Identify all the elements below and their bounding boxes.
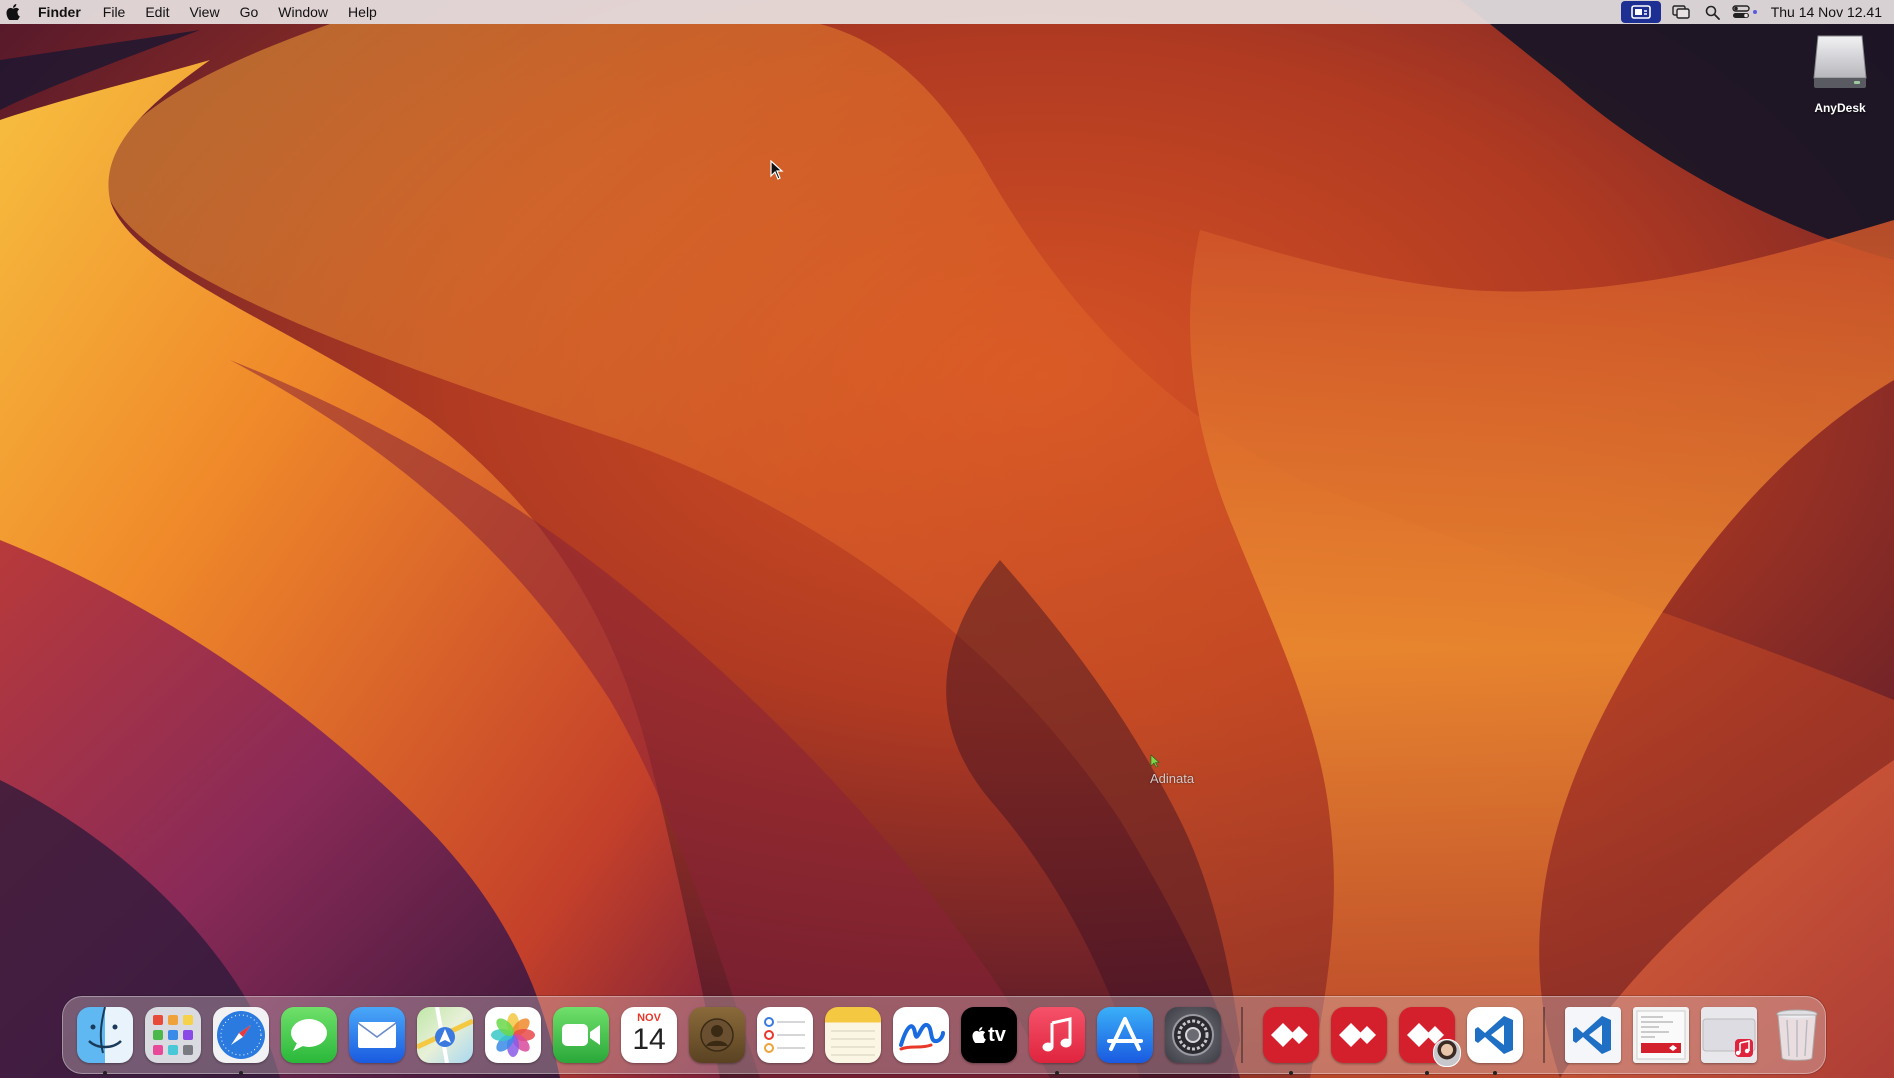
dock-trash[interactable] <box>1767 1005 1827 1065</box>
menu-edit[interactable]: Edit <box>135 0 179 24</box>
dock-doc-vscode[interactable] <box>1563 1005 1623 1065</box>
spotlight-search-icon[interactable] <box>1697 0 1729 24</box>
desktop-icon-label: AnyDesk <box>1814 101 1866 115</box>
running-indicator <box>1425 1071 1429 1075</box>
control-center-icon[interactable] <box>1729 0 1761 24</box>
dock-app-freeform[interactable] <box>891 1005 951 1065</box>
menu-help[interactable]: Help <box>338 0 387 24</box>
maps-icon <box>417 1007 473 1063</box>
screen-mirroring-icon[interactable] <box>1665 0 1697 24</box>
apple-tv-icon: tv <box>961 1007 1017 1063</box>
dock-app-anydesk[interactable] <box>1261 1005 1321 1075</box>
notes-icon <box>825 1007 881 1063</box>
dock-app-app-store[interactable] <box>1095 1005 1155 1065</box>
dock-app-maps[interactable] <box>415 1005 475 1065</box>
music-icon <box>1029 1007 1085 1063</box>
music-doc-icon <box>1701 1007 1757 1063</box>
mouse-cursor-icon <box>770 159 784 185</box>
calendar-day: 14 <box>632 1023 666 1056</box>
dock: NOV 14 tv <box>62 996 1827 1075</box>
document-preview-icon <box>1633 1007 1689 1063</box>
apple-menu-icon[interactable] <box>0 0 26 24</box>
anydesk-icon <box>1331 1007 1387 1063</box>
menu-bar: Finder File Edit View Go Window Help Thu… <box>0 0 1894 24</box>
trash-icon <box>1769 1007 1825 1063</box>
menu-window[interactable]: Window <box>268 0 338 24</box>
dock-app-anydesk[interactable] <box>1397 1005 1461 1075</box>
launchpad-icon <box>145 1007 201 1063</box>
dock-app-tv[interactable]: tv <box>959 1005 1019 1065</box>
dock-app-finder[interactable] <box>75 1005 135 1075</box>
finder-icon <box>77 1007 133 1063</box>
calendar-icon: NOV 14 <box>621 1007 677 1063</box>
dock-app-system-settings[interactable] <box>1163 1005 1223 1065</box>
desktop-wallpaper <box>0 0 1894 1078</box>
running-indicator <box>103 1071 107 1075</box>
running-indicator <box>239 1071 243 1075</box>
contacts-icon <box>689 1007 745 1063</box>
facetime-icon <box>553 1007 609 1063</box>
system-settings-icon <box>1165 1007 1221 1063</box>
dock-app-messages[interactable] <box>279 1005 339 1065</box>
dock-doc-preview[interactable] <box>1631 1005 1691 1065</box>
dock-app-safari[interactable] <box>211 1005 271 1075</box>
dock-app-notes[interactable] <box>823 1005 883 1065</box>
dock-app-calendar[interactable]: NOV 14 <box>619 1005 679 1065</box>
dock-app-photos[interactable] <box>483 1005 543 1065</box>
anydesk-icon <box>1263 1007 1319 1063</box>
running-indicator <box>1493 1071 1497 1075</box>
dock-app-anydesk[interactable] <box>1329 1005 1389 1065</box>
dock-app-launchpad[interactable] <box>143 1005 203 1065</box>
dock-separator <box>1543 1007 1545 1063</box>
desktop-icon-anydesk[interactable]: AnyDesk <box>1800 32 1880 115</box>
mail-icon <box>349 1007 405 1063</box>
remote-cursor-label: Adinata <box>1150 771 1195 786</box>
vscode-icon <box>1467 1007 1523 1063</box>
remote-cursor: Adinata <box>1150 754 1194 786</box>
dock-app-music[interactable] <box>1027 1005 1087 1075</box>
remote-pointer-icon <box>1150 754 1160 768</box>
dock-app-reminders[interactable] <box>755 1005 815 1065</box>
messages-icon <box>281 1007 337 1063</box>
anydesk-session-icon[interactable] <box>1620 1 1661 23</box>
menu-app-finder[interactable]: Finder <box>26 0 93 24</box>
menu-view[interactable]: View <box>179 0 229 24</box>
freeform-icon <box>893 1007 949 1063</box>
menu-go[interactable]: Go <box>230 0 269 24</box>
reminders-icon <box>757 1007 813 1063</box>
dock-app-mail[interactable] <box>347 1005 407 1065</box>
photos-icon <box>485 1007 541 1063</box>
dock-app-contacts[interactable] <box>687 1005 747 1065</box>
vscode-doc-icon <box>1565 1007 1621 1063</box>
running-indicator <box>1055 1071 1059 1075</box>
tv-label: tv <box>988 1023 1006 1046</box>
safari-icon <box>213 1007 269 1063</box>
app-store-icon <box>1097 1007 1153 1063</box>
dock-doc-music[interactable] <box>1699 1005 1759 1065</box>
avatar <box>1433 1039 1461 1067</box>
menu-file[interactable]: File <box>93 0 136 24</box>
dock-app-facetime[interactable] <box>551 1005 611 1065</box>
menubar-clock[interactable]: Thu 14 Nov 12.41 <box>1761 4 1888 20</box>
dock-separator <box>1241 1007 1243 1063</box>
running-indicator <box>1289 1071 1293 1075</box>
external-drive-icon <box>1813 35 1867 88</box>
dock-app-vscode[interactable] <box>1465 1005 1525 1075</box>
